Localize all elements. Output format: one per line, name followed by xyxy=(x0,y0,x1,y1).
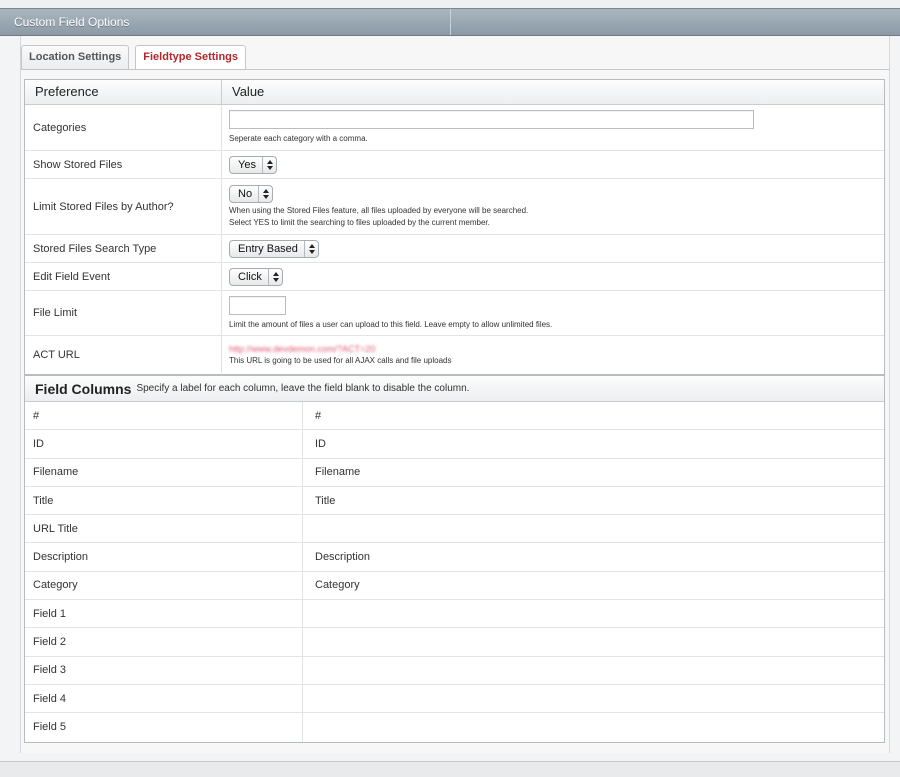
show-stored-files-label: Show Stored Files xyxy=(25,151,222,178)
panel-title: Custom Field Options xyxy=(0,9,451,35)
column-name: Field 3 xyxy=(25,656,303,684)
column-name: Filename xyxy=(25,458,303,486)
select-arrows-icon xyxy=(258,185,272,202)
search-type-select[interactable]: Entry Based xyxy=(229,239,319,258)
column-label[interactable] xyxy=(303,685,884,712)
show-stored-files-select[interactable]: Yes xyxy=(229,155,277,174)
column-label[interactable]: ID xyxy=(303,430,884,457)
column-name: Field 5 xyxy=(25,713,303,742)
table-row: Category Category xyxy=(25,571,884,601)
act-url-label: ACT URL xyxy=(25,336,222,373)
search-type-value: Entry Based xyxy=(238,242,298,255)
column-name: URL Title xyxy=(25,515,303,543)
search-type-label: Stored Files Search Type xyxy=(25,235,222,262)
preference-column-header: Preference xyxy=(25,80,222,104)
column-label[interactable] xyxy=(303,600,884,627)
column-name: Title xyxy=(25,486,303,515)
file-limit-row: File Limit Limit the amount of files a u… xyxy=(25,291,884,336)
limit-by-author-row: Limit Stored Files by Author? No When us… xyxy=(25,179,884,235)
field-columns-rows: # # ID ID Filename Filename Title Title URL … xyxy=(25,402,884,742)
table-row: Description Description xyxy=(25,543,884,572)
limit-by-author-label: Limit Stored Files by Author? xyxy=(25,179,222,234)
edit-field-event-select[interactable]: Click xyxy=(229,267,283,286)
table-row: # # xyxy=(25,402,884,431)
file-limit-help: Limit the amount of files a user can upl… xyxy=(229,319,553,329)
table-row: Field 5 xyxy=(25,713,884,742)
column-label[interactable]: # xyxy=(303,402,884,429)
categories-label: Categories xyxy=(25,105,222,150)
limit-by-author-select[interactable]: No xyxy=(229,184,274,203)
edit-field-event-row: Edit Field Event Click xyxy=(25,263,884,291)
panel-header-right xyxy=(451,9,900,35)
column-label[interactable] xyxy=(303,657,884,684)
preferences-table-header: Preference Value xyxy=(25,80,884,105)
column-label[interactable]: Description xyxy=(303,543,884,570)
column-name: Field 2 xyxy=(25,628,303,656)
field-columns-title: Field Columns xyxy=(35,380,132,397)
top-gap xyxy=(0,0,900,8)
edit-field-event-value: Click xyxy=(238,270,262,283)
column-name: ID xyxy=(25,430,303,458)
field-columns-description: Specify a label for each column, leave t… xyxy=(136,383,470,394)
limit-by-author-help-1: When using the Stored Files feature, all… xyxy=(229,205,529,215)
field-columns-table: Field Columns Specify a label for each c… xyxy=(24,375,885,743)
tab-location-settings[interactable]: Location Settings xyxy=(21,45,130,69)
show-stored-files-row: Show Stored Files Yes xyxy=(25,151,884,179)
preferences-table: Preference Value Categories Seperate eac… xyxy=(24,79,885,375)
categories-help: Seperate each category with a comma. xyxy=(229,134,368,143)
search-type-row: Stored Files Search Type Entry Based xyxy=(25,235,884,263)
column-label[interactable] xyxy=(303,628,884,655)
column-name: Category xyxy=(25,571,303,600)
act-url-link[interactable]: http://www.devdemon.com/?ACT=20 xyxy=(229,343,884,355)
column-name: Field 1 xyxy=(25,600,303,628)
select-arrows-icon xyxy=(303,240,318,257)
column-label[interactable] xyxy=(303,515,884,542)
file-limit-input[interactable] xyxy=(229,295,286,315)
tab-fieldtype-settings[interactable]: Fieldtype Settings xyxy=(135,45,247,70)
table-row: Field 1 xyxy=(25,600,884,629)
tab-bar: Location Settings Fieldtype Settings xyxy=(21,45,247,70)
column-label[interactable]: Title xyxy=(303,487,884,514)
select-arrows-icon xyxy=(261,156,276,173)
panel-header: Custom Field Options xyxy=(0,8,900,36)
column-label[interactable]: Filename xyxy=(303,459,884,486)
edit-field-event-label: Edit Field Event xyxy=(25,263,222,290)
column-label[interactable]: Category xyxy=(303,572,884,599)
table-row: URL Title xyxy=(25,515,884,544)
value-column-header: Value xyxy=(232,84,265,99)
select-arrows-icon xyxy=(267,268,282,285)
file-limit-label: File Limit xyxy=(25,291,222,335)
act-url-row: ACT URL http://www.devdemon.com/?ACT=20 … xyxy=(25,336,884,373)
limit-by-author-value: No xyxy=(238,187,253,200)
table-row: Title Title xyxy=(25,486,884,516)
categories-row: Categories Seperate each category with a… xyxy=(25,105,884,151)
column-name: # xyxy=(25,402,303,430)
table-row: Field 3 xyxy=(25,656,884,685)
table-row: Field 2 xyxy=(25,628,884,657)
show-stored-files-value: Yes xyxy=(238,158,256,171)
tab-divider xyxy=(21,69,890,70)
table-row: ID ID xyxy=(25,430,884,459)
column-name: Description xyxy=(25,543,303,571)
act-url-help: This URL is going to be used for all AJA… xyxy=(229,355,452,365)
categories-input[interactable] xyxy=(229,110,754,129)
limit-by-author-help-2: Select YES to limit the searching to fil… xyxy=(229,217,490,227)
column-label[interactable] xyxy=(303,713,884,741)
table-row: Filename Filename xyxy=(25,458,884,487)
field-columns-header: Field Columns Specify a label for each c… xyxy=(25,375,884,402)
column-name: Field 4 xyxy=(25,684,303,713)
table-row: Field 4 xyxy=(25,684,884,714)
